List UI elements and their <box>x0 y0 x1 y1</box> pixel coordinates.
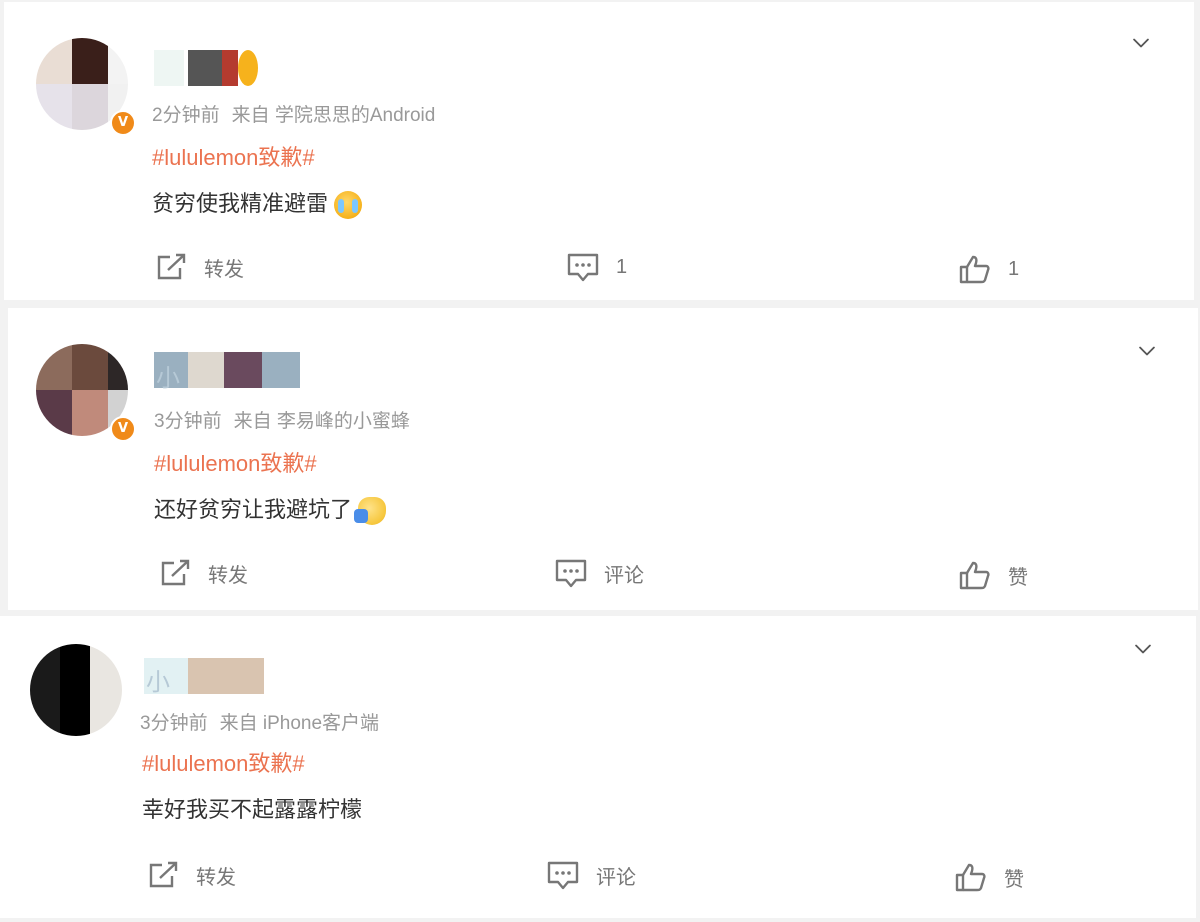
post-card: V 小 3分钟前 来自 李易峰的小蜜蜂 #lululemon致歉# 还好贫穷让我避… <box>8 308 1198 610</box>
thumbs-up-icon <box>959 561 990 590</box>
chevron-down-icon[interactable] <box>1132 34 1150 52</box>
chevron-down-icon[interactable] <box>1134 640 1152 658</box>
hashtag-link[interactable]: #lululemon致歉# <box>154 446 317 478</box>
comment-button[interactable]: 评论 <box>546 860 636 890</box>
repost-button[interactable]: 转发 <box>158 558 248 588</box>
post-meta: 2分钟前 来自 学院思思的Android <box>152 100 435 127</box>
post-time: 3分钟前 <box>154 411 222 432</box>
post-time: 2分钟前 <box>152 105 220 126</box>
chevron-down-icon[interactable] <box>1138 342 1156 360</box>
post-text: 还好贫穷让我避坑了 <box>154 497 353 522</box>
comment-count: 1 <box>616 255 628 278</box>
post-meta: 3分钟前 来自 iPhone客户端 <box>140 708 379 735</box>
avatar[interactable] <box>30 644 122 736</box>
comment-button[interactable]: 评论 <box>554 558 644 588</box>
repost-label: 转发 <box>196 866 236 889</box>
repost-button[interactable]: 转发 <box>146 860 236 890</box>
thumbs-up-icon <box>959 255 990 284</box>
like-button[interactable]: 1 <box>958 254 1019 284</box>
post-source: 来自 iPhone客户端 <box>219 713 380 734</box>
post-content: 幸好我买不起露露柠檬 <box>142 792 362 824</box>
hashtag-link[interactable]: #lululemon致歉# <box>142 746 305 778</box>
username-text: 小 <box>156 364 181 392</box>
post-card: 小 3分钟前 来自 iPhone客户端 #lululemon致歉# 幸好我买不起露… <box>0 616 1196 918</box>
post-content: 贫穷使我精准避雷 <box>152 186 363 220</box>
comment-label: 评论 <box>596 866 636 889</box>
hashtag-link[interactable]: #lululemon致歉# <box>152 140 315 172</box>
repost-label: 转发 <box>208 564 248 587</box>
post-source: 来自 学院思思的Android <box>231 105 436 126</box>
repost-icon <box>157 253 186 280</box>
like-count: 1 <box>1008 257 1020 280</box>
cry-face-emoji-icon <box>334 191 363 220</box>
comment-icon <box>555 559 587 588</box>
username-text: 小 <box>146 668 171 696</box>
verified-badge-icon: V <box>110 110 136 136</box>
comment-button[interactable]: 1 <box>566 252 627 282</box>
like-label: 赞 <box>1004 868 1024 891</box>
post-time: 3分钟前 <box>140 713 208 734</box>
post-source: 来自 李易峰的小蜜蜂 <box>233 411 410 432</box>
post-text: 幸好我买不起露露柠檬 <box>142 797 363 822</box>
post-content: 还好贫穷让我避坑了 <box>154 492 387 526</box>
verified-badge-icon: V <box>110 416 136 442</box>
waving-emoji-icon <box>354 497 387 526</box>
like-button[interactable]: 赞 <box>958 560 1028 590</box>
like-button[interactable]: 赞 <box>954 862 1024 892</box>
like-label: 赞 <box>1008 566 1028 589</box>
repost-button[interactable]: 转发 <box>154 252 244 282</box>
post-text: 贫穷使我精准避雷 <box>152 191 329 216</box>
repost-icon <box>161 559 190 586</box>
post-meta: 3分钟前 来自 李易峰的小蜜蜂 <box>154 406 410 433</box>
post-card: V 2分钟前 来自 学院思思的Android #lululemon致歉# 贫穷使我… <box>4 2 1194 300</box>
comment-label: 评论 <box>604 564 644 587</box>
username[interactable] <box>154 50 264 86</box>
thumbs-up-icon <box>955 863 986 892</box>
comment-icon <box>567 253 599 282</box>
repost-label: 转发 <box>204 258 244 281</box>
repost-icon <box>149 861 178 888</box>
comment-icon <box>547 861 579 890</box>
